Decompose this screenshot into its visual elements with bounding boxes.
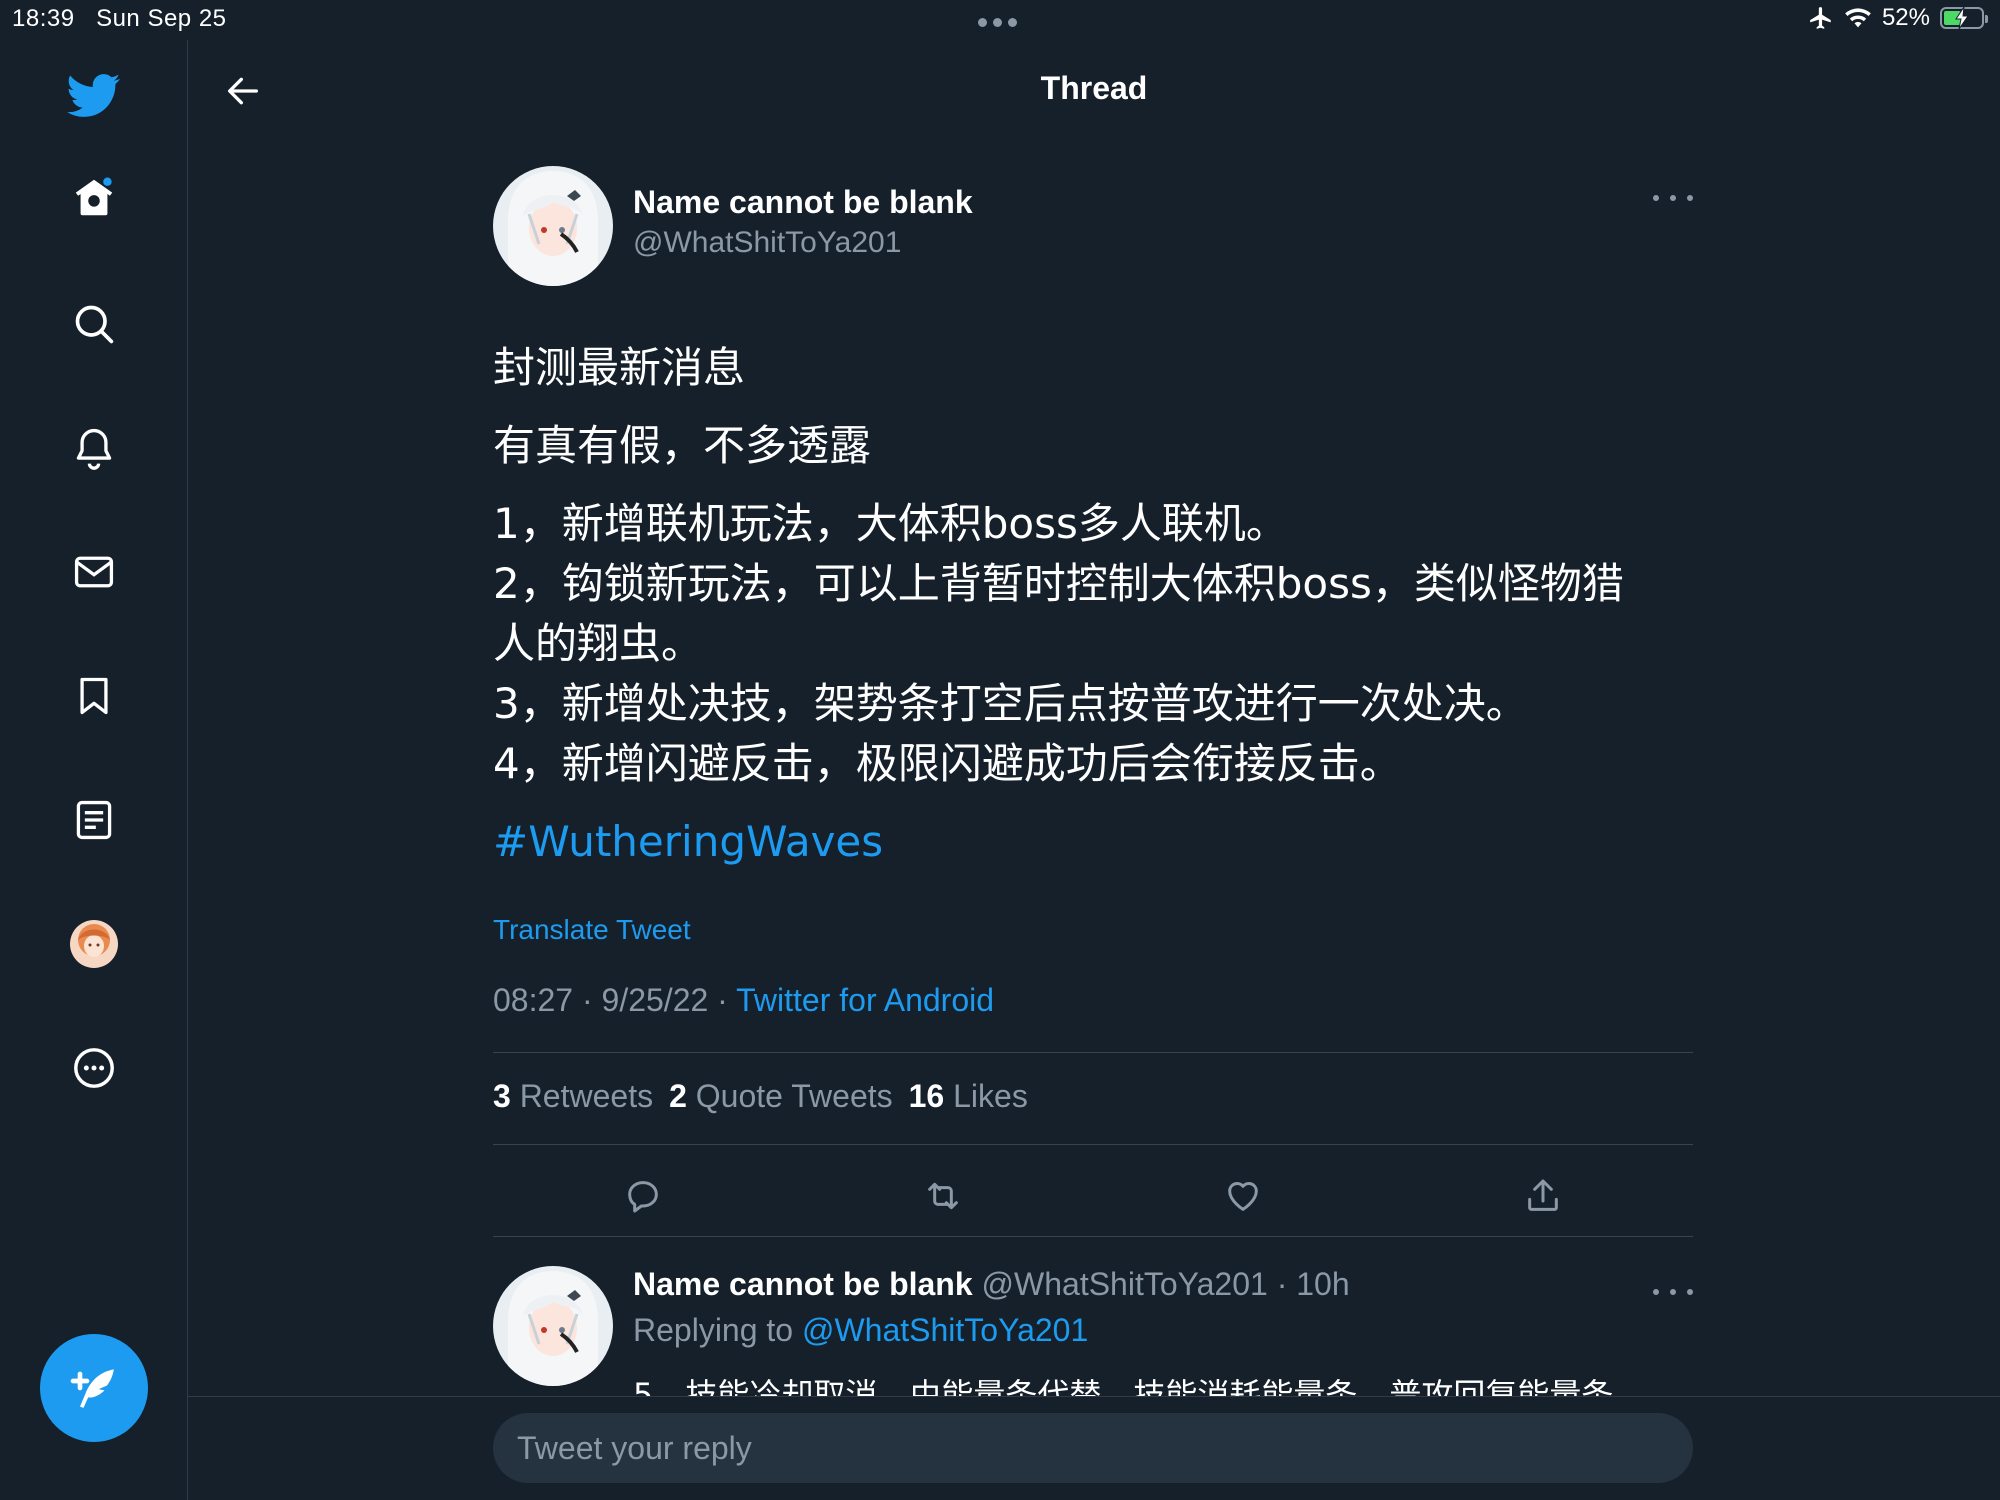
app-window: 18:39 Sun Sep 25 52% Thread Name cannot … [0,0,2000,1500]
reply-more-button[interactable] [1653,1280,1693,1304]
reply-icon [628,1181,658,1213]
reply-author-name[interactable]: Name cannot be blank [633,1266,973,1302]
tweet-line: 1，新增联机玩法，大体积boss多人联机。 [493,499,1288,548]
status-bar: 18:39 Sun Sep 25 52% [0,0,2000,40]
tweet-line: 2，钩锁新玩法，可以上背暂时控制大体积boss，类似怪物猎 [493,559,1624,608]
reply-button[interactable] [613,1166,673,1226]
quote-tweets-stat[interactable]: 2 Quote Tweets [669,1078,893,1115]
reply-header: Name cannot be blank @WhatShitToYa201 · … [633,1266,1350,1303]
profile-avatar-icon [70,920,118,968]
tweet-line: 人的翔虫。 [493,619,704,668]
sidebar-item-bookmarks[interactable] [60,662,128,730]
retweet-button[interactable] [913,1166,973,1226]
status-time: 18:39 [12,5,75,32]
tweet-stats: 3 Retweets 2 Quote Tweets 16 Likes [493,1078,1028,1115]
lists-icon [76,800,112,840]
divider [493,1144,1693,1145]
twitter-logo-icon[interactable] [60,62,128,130]
tweet-line: 有真有假，不多透露 [493,421,872,470]
tweet-line: 3，新增处决技，架势条打空后点按普攻进行一次处决。 [493,679,1528,728]
tweet-source-link[interactable]: Twitter for Android [736,982,994,1018]
bookmark-icon [80,677,108,715]
sidebar-item-search[interactable] [60,290,128,358]
thread-header: Thread [188,40,2000,136]
airplane-icon [1810,7,1831,29]
retweets-stat[interactable]: 3 Retweets [493,1078,653,1115]
replying-prefix: Replying to [633,1312,802,1348]
reply-author-avatar[interactable] [493,1266,613,1386]
author-avatar[interactable] [493,166,613,286]
likes-stat[interactable]: 16 Likes [909,1078,1028,1115]
battery-percent: 52% [1881,4,1930,31]
tweet-line: 4，新增闪避反击，极限闪避成功后会衔接反击。 [493,739,1402,788]
more-circle-icon [74,1048,114,1088]
search-icon [75,305,114,344]
sidebar [0,40,188,1500]
status-indicators: 52% [1808,4,1988,32]
tweet-more-button[interactable] [1653,186,1693,210]
sidebar-item-notifications[interactable] [60,414,128,482]
like-button[interactable] [1213,1166,1273,1226]
like-heart-icon [1228,1182,1258,1211]
share-icon [1528,1179,1558,1211]
compose-feather-icon [70,1369,114,1408]
wifi-icon [1845,8,1871,28]
tweet-time: 08:27 · 9/25/22 · [493,982,737,1018]
multitasking-dots-icon[interactable] [978,18,1017,27]
reply-input[interactable] [493,1413,1693,1483]
author-name[interactable]: Name cannot be blank [633,184,973,221]
sidebar-item-lists[interactable] [60,786,128,854]
status-date: Sun Sep 25 [96,5,227,32]
retweet-icon [928,1182,958,1210]
share-button[interactable] [1513,1166,1573,1226]
home-icon [75,177,113,216]
author-handle[interactable]: @WhatShitToYa201 [633,226,901,260]
replying-to: Replying to @WhatShitToYa201 [633,1312,1088,1349]
tweet-line: 封测最新消息 [493,343,746,392]
reply-meta: @WhatShitToYa201 · 10h [972,1266,1350,1302]
sidebar-item-messages[interactable] [60,538,128,606]
divider [493,1236,1693,1237]
status-time-date: 18:39 Sun Sep 25 [12,5,227,33]
page-title: Thread [1040,70,1148,106]
bell-icon [76,428,112,470]
hashtag-link[interactable]: #WutheringWaves [493,812,1693,872]
battery-icon [1940,7,1988,29]
sidebar-item-more[interactable] [60,1034,128,1102]
sidebar-item-home[interactable] [60,164,128,232]
tweet-timestamp: 08:27 · 9/25/22 · Twitter for Android [493,982,994,1019]
tweet-actions [493,1166,1693,1246]
divider [493,1052,1693,1053]
replying-handle-link[interactable]: @WhatShitToYa201 [802,1312,1088,1348]
reply-tweet[interactable]: Name cannot be blank @WhatShitToYa201 · … [493,1266,1693,1396]
compose-tweet-button[interactable] [40,1334,148,1442]
sidebar-item-profile[interactable] [60,910,128,978]
translate-tweet-link[interactable]: Translate Tweet [493,914,691,946]
tweet-text: 封测最新消息 有真有假，不多透露 1，新增联机玩法，大体积boss多人联机。 2… [493,338,1693,872]
mail-icon [74,556,114,588]
reply-text: 5，技能冷却取消，由能量条代替，技能消耗能量条，普攻回复能量条。 [633,1376,1646,1396]
reply-composer-bar [188,1396,2000,1500]
